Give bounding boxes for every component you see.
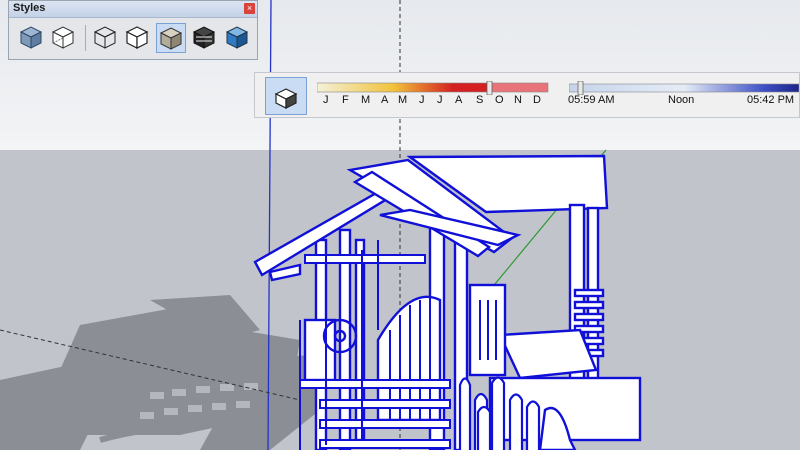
month-label: A: [381, 94, 389, 106]
monochrome-style-button[interactable]: [223, 23, 253, 53]
shaded-style-icon: [159, 27, 183, 50]
shaded-style-button[interactable]: [156, 23, 186, 53]
back-edges-style-button[interactable]: [49, 23, 79, 53]
xray-style-icon: [19, 26, 43, 49]
month-label: J: [323, 94, 329, 106]
model-viewport[interactable]: [0, 0, 800, 450]
shadows-toolbar: J F M A M J J A S O N D 05:59 AM Noon 05…: [254, 72, 800, 118]
hidden-line-style-icon: [125, 26, 149, 49]
time-slider-thumb[interactable]: [577, 81, 584, 95]
month-label: J: [419, 94, 425, 106]
month-label: O: [495, 94, 504, 106]
time-slider[interactable]: [569, 81, 799, 95]
styles-toolbar-title: Styles: [13, 2, 46, 14]
sunrise-time-label: 05:59 AM: [568, 94, 615, 106]
month-label: S: [476, 94, 484, 106]
month-label: N: [514, 94, 522, 106]
hidden-line-style-button[interactable]: [123, 23, 153, 53]
xray-style-button[interactable]: [17, 23, 47, 53]
monochrome-style-icon: [225, 26, 249, 49]
back-edges-style-icon: [51, 26, 75, 49]
month-label: M: [398, 94, 408, 106]
month-slider-track: [317, 82, 488, 93]
month-label: D: [533, 94, 541, 106]
month-label: M: [361, 94, 371, 106]
shadows-toggle-icon: [274, 88, 298, 109]
month-label: F: [342, 94, 349, 106]
shadows-toggle-button[interactable]: [265, 77, 307, 115]
styles-toolbar: Styles ×: [8, 0, 258, 60]
time-slider-track: [569, 83, 799, 93]
shaded-with-textures-style-icon: [192, 26, 216, 49]
month-slider-track-end: [491, 82, 549, 93]
noon-time-label: Noon: [668, 94, 695, 106]
month-label: J: [437, 94, 443, 106]
shaded-with-textures-style-button[interactable]: [190, 23, 220, 53]
close-icon[interactable]: ×: [244, 3, 255, 14]
wireframe-style-icon: [93, 26, 117, 49]
month-label: A: [455, 94, 463, 106]
styles-toolbar-title-bar[interactable]: Styles ×: [9, 1, 257, 18]
month-slider[interactable]: [317, 81, 549, 95]
month-slider-thumb[interactable]: [486, 81, 493, 95]
toolbar-separator: [85, 25, 86, 51]
sunset-time-label: 05:42 PM: [747, 94, 795, 106]
wireframe-style-button[interactable]: [91, 23, 121, 53]
